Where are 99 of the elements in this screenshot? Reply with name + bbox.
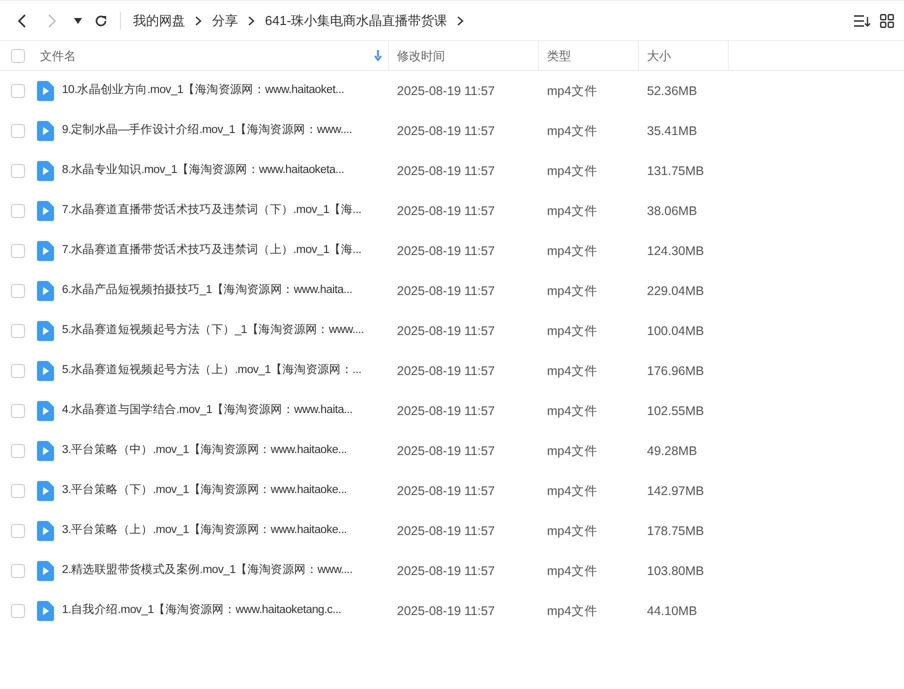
checkbox[interactable] — [11, 404, 25, 418]
modified-time: 2025-08-19 11:57 — [396, 202, 496, 220]
file-size: 49.28MB — [646, 442, 698, 460]
chevron-right-icon — [248, 16, 255, 26]
modified-time: 2025-08-19 11:57 — [396, 402, 496, 420]
video-file-icon — [37, 521, 54, 541]
file-size: 44.10MB — [646, 602, 698, 620]
modified-time: 2025-08-19 11:57 — [396, 482, 496, 500]
file-type: mp4文件 — [546, 242, 598, 260]
file-size: 229.04MB — [646, 282, 705, 300]
video-file-icon — [37, 601, 54, 621]
file-size: 176.96MB — [646, 362, 705, 380]
file-type: mp4文件 — [546, 442, 598, 460]
column-header[interactable]: 大小 — [647, 46, 671, 64]
video-file-icon — [37, 81, 54, 101]
checkbox[interactable] — [11, 204, 25, 218]
checkbox[interactable] — [11, 364, 25, 378]
file-size: 124.30MB — [646, 242, 705, 260]
file-size: 103.80MB — [646, 562, 705, 580]
checkbox[interactable] — [11, 324, 25, 338]
file-name[interactable]: 5.水晶赛道短视频起号方法（上）.mov_1【海淘资源网：... — [62, 362, 362, 380]
checkbox[interactable] — [11, 164, 25, 178]
file-type: mp4文件 — [546, 602, 598, 620]
file-size: 131.75MB — [646, 162, 705, 180]
checkbox[interactable] — [11, 604, 25, 618]
file-name[interactable]: 5.水晶赛道短视频起号方法（下）_1【海淘资源网：www.... — [62, 322, 364, 340]
column-header[interactable]: 文件名 — [40, 46, 76, 64]
modified-time: 2025-08-19 11:57 — [396, 602, 496, 620]
chevron-right-icon — [457, 16, 464, 26]
file-type: mp4文件 — [546, 482, 598, 500]
checkbox[interactable] — [11, 124, 25, 138]
video-file-icon — [37, 121, 54, 141]
file-name[interactable]: 8.水晶专业知识.mov_1【海淘资源网：www.haitaoketa... — [62, 162, 344, 180]
file-name[interactable]: 3.平台策略（下）.mov_1【海淘资源网：www.haitaoke... — [62, 482, 347, 500]
modified-time: 2025-08-19 11:57 — [396, 122, 496, 140]
file-size: 52.36MB — [646, 82, 698, 100]
modified-time: 2025-08-19 11:57 — [396, 562, 496, 580]
grid-view-icon[interactable] — [880, 14, 894, 28]
file-name[interactable]: 3.平台策略（上）.mov_1【海淘资源网：www.haitaoke... — [62, 522, 347, 540]
file-name[interactable]: 10.水晶创业方向.mov_1【海淘资源网：www.haitaoket... — [62, 82, 344, 100]
modified-time: 2025-08-19 11:57 — [396, 522, 496, 540]
checkbox[interactable] — [11, 284, 25, 298]
modified-time: 2025-08-19 11:57 — [396, 162, 496, 180]
file-name[interactable]: 3.平台策略（中）.mov_1【海淘资源网：www.haitaoke... — [62, 442, 347, 460]
checkbox[interactable] — [11, 244, 25, 258]
checkbox[interactable] — [11, 484, 25, 498]
video-file-icon — [37, 481, 54, 501]
file-size: 102.55MB — [646, 402, 705, 420]
file-type: mp4文件 — [546, 362, 598, 380]
breadcrumb-link[interactable]: 分享 — [212, 10, 238, 30]
sort-icon[interactable] — [853, 14, 871, 28]
video-file-icon — [37, 321, 54, 341]
video-file-icon — [37, 201, 54, 221]
file-size: 38.06MB — [646, 202, 698, 220]
checkbox[interactable] — [11, 84, 25, 98]
file-type: mp4文件 — [546, 402, 598, 420]
video-file-icon — [37, 241, 54, 261]
checkbox[interactable] — [11, 444, 25, 458]
video-file-icon — [37, 361, 54, 381]
file-name[interactable]: 4.水晶赛道与国学结合.mov_1【海淘资源网：www.haita... — [62, 402, 353, 420]
checkbox[interactable] — [11, 48, 25, 62]
file-type: mp4文件 — [546, 282, 598, 300]
file-name[interactable]: 2.精选联盟带货模式及案例.mov_1【海淘资源网：www.... — [62, 562, 352, 580]
checkbox[interactable] — [11, 524, 25, 538]
modified-time: 2025-08-19 11:57 — [396, 442, 496, 460]
video-file-icon — [37, 161, 54, 181]
breadcrumb-link[interactable]: 641-珠小集电商水晶直播带货课 — [265, 10, 448, 30]
column-header[interactable]: 修改时间 — [397, 46, 445, 64]
file-name[interactable]: 7.水晶赛道直播带货话术技巧及违禁词（下）.mov_1【海... — [62, 202, 362, 220]
modified-time: 2025-08-19 11:57 — [396, 242, 496, 260]
file-name[interactable]: 7.水晶赛道直播带货话术技巧及违禁词（上）.mov_1【海... — [62, 242, 362, 260]
breadcrumb-link[interactable]: 我的网盘 — [133, 10, 185, 30]
dropdown-caret-icon[interactable] — [74, 18, 82, 24]
modified-time: 2025-08-19 11:57 — [396, 322, 496, 340]
refresh-icon[interactable] — [94, 14, 108, 28]
checkbox[interactable] — [11, 564, 25, 578]
video-file-icon — [37, 441, 54, 461]
file-type: mp4文件 — [546, 562, 598, 580]
modified-time: 2025-08-19 11:57 — [396, 362, 496, 380]
file-size: 178.75MB — [646, 522, 705, 540]
modified-time: 2025-08-19 11:57 — [396, 282, 496, 300]
modified-time: 2025-08-19 11:57 — [396, 82, 496, 100]
file-name[interactable]: 9.定制水晶—手作设计介绍.mov_1【海淘资源网：www.... — [62, 122, 352, 140]
file-size: 35.41MB — [646, 122, 698, 140]
column-header[interactable]: 类型 — [547, 46, 571, 64]
video-file-icon — [37, 561, 54, 581]
video-file-icon — [37, 281, 54, 301]
file-size: 142.97MB — [646, 482, 705, 500]
file-name[interactable]: 1.自我介绍.mov_1【海淘资源网：www.haitaoketang.c... — [62, 602, 342, 620]
video-file-icon — [37, 401, 54, 421]
file-type: mp4文件 — [546, 122, 598, 140]
file-type: mp4文件 — [546, 202, 598, 220]
file-type: mp4文件 — [546, 522, 598, 540]
file-type: mp4文件 — [546, 82, 598, 100]
file-type: mp4文件 — [546, 322, 598, 340]
file-name[interactable]: 6.水晶产品短视频拍摄技巧_1【海淘资源网：www.haita... — [62, 282, 352, 300]
file-type: mp4文件 — [546, 162, 598, 180]
chevron-right-icon — [195, 16, 202, 26]
file-size: 100.04MB — [646, 322, 705, 340]
